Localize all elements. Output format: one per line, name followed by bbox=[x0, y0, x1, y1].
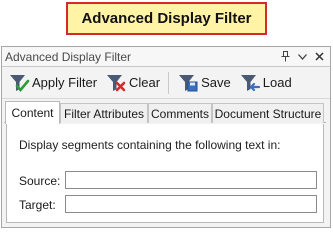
funnel-check-icon bbox=[10, 74, 30, 92]
toolbar-separator bbox=[168, 71, 170, 94]
tab-content[interactable]: Content bbox=[5, 101, 60, 124]
chevron-down-icon[interactable] bbox=[294, 48, 311, 65]
panel-title: Advanced Display Filter bbox=[5, 49, 132, 64]
load-button[interactable]: Load bbox=[236, 71, 295, 95]
callout-label: Advanced Display Filter bbox=[66, 2, 267, 35]
funnel-clear-icon bbox=[107, 74, 126, 91]
source-label: Source: bbox=[19, 174, 61, 188]
save-label: Save bbox=[201, 75, 231, 90]
advanced-display-filter-panel: Advanced Display Filter Apply Filter Cle… bbox=[1, 46, 331, 228]
tab-filter-attributes[interactable]: Filter Attributes bbox=[60, 103, 148, 123]
filter-toolbar: Apply Filter Clear Save Load bbox=[2, 67, 330, 99]
load-label: Load bbox=[262, 75, 292, 90]
target-input[interactable] bbox=[65, 195, 317, 213]
funnel-load-icon bbox=[240, 74, 260, 91]
close-icon[interactable] bbox=[311, 48, 328, 65]
panel-titlebar: Advanced Display Filter bbox=[2, 47, 330, 67]
pin-icon[interactable] bbox=[277, 48, 294, 65]
funnel-save-icon bbox=[179, 74, 198, 91]
tab-comments[interactable]: Comments bbox=[148, 103, 212, 123]
apply-filter-button[interactable]: Apply Filter bbox=[5, 71, 100, 95]
save-button[interactable]: Save bbox=[174, 71, 234, 95]
tab-strip: Content Filter Attributes Comments Docum… bbox=[2, 100, 330, 124]
clear-button[interactable]: Clear bbox=[102, 71, 163, 95]
description-text: Display segments containing the followin… bbox=[19, 138, 281, 152]
tab-document-structure[interactable]: Document Structure bbox=[212, 103, 324, 123]
target-label: Target: bbox=[19, 198, 56, 212]
content-tab-pane: Display segments containing the followin… bbox=[6, 124, 324, 223]
source-input[interactable] bbox=[65, 171, 317, 189]
apply-filter-label: Apply Filter bbox=[32, 75, 98, 90]
clear-label: Clear bbox=[129, 75, 161, 90]
